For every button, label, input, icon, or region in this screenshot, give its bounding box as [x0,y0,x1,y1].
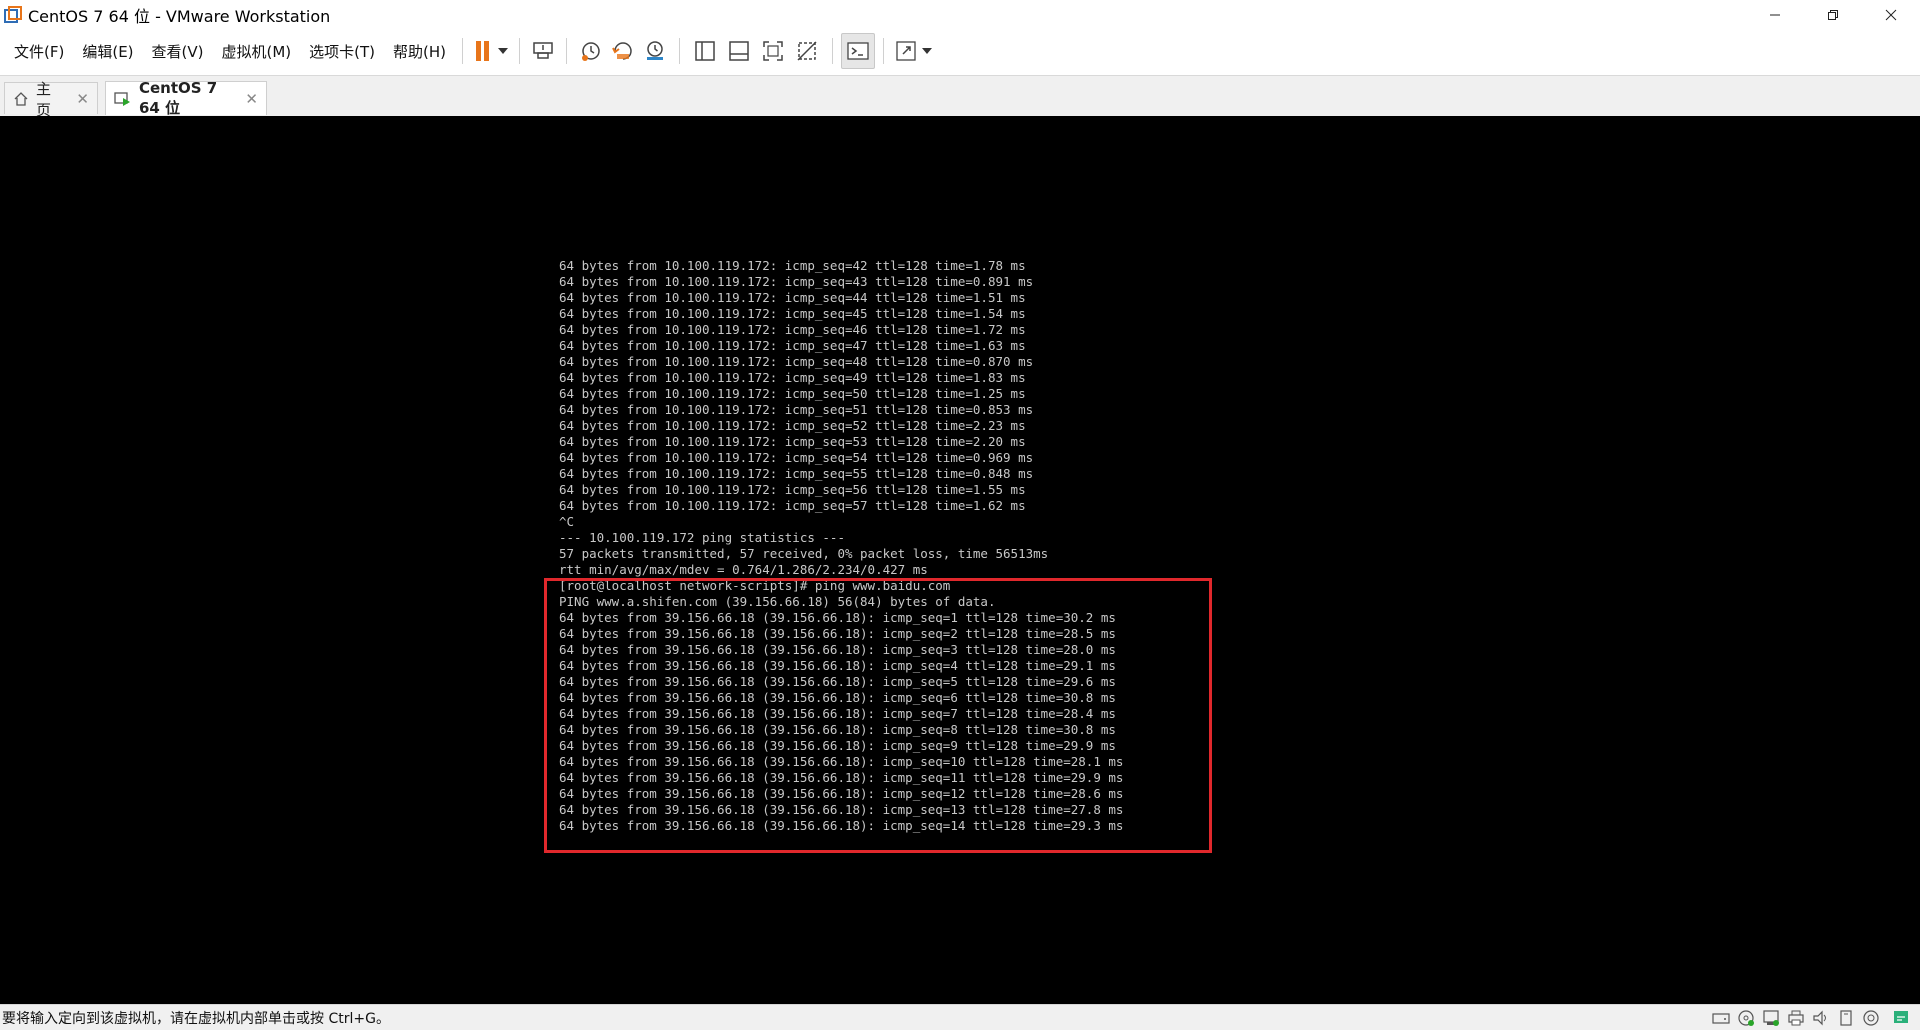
terminal-line: 64 bytes from 10.100.119.172: icmp_seq=4… [559,274,1034,289]
tab-centos-label: CentOS 7 64 位 [139,79,218,117]
vmware-window: CentOS 7 64 位 - VMware Workstation 文件(F)… [0,0,1920,1030]
hard-disk-icon[interactable] [1710,1008,1732,1028]
menu-tabs[interactable]: 选项卡(T) [307,37,377,66]
stretch-icon[interactable] [892,34,920,68]
close-icon[interactable]: ✕ [245,90,258,108]
window-title: CentOS 7 64 位 - VMware Workstation [28,6,331,26]
tab-centos-vm[interactable]: CentOS 7 64 位 ✕ [105,79,267,117]
terminal-line: 64 bytes from 10.100.119.172: icmp_seq=4… [559,370,1026,385]
tab-strip: 主页 ✕ CentOS 7 64 位 ✕ [0,75,1920,119]
vm-console[interactable]: 64 bytes from 10.100.119.172: icmp_seq=4… [0,116,1920,1004]
close-icon[interactable]: ✕ [76,90,89,108]
snapshot-icon[interactable] [575,34,607,68]
console-view-icon[interactable] [841,33,876,69]
terminal-line: rtt min/avg/max/mdev = 0.764/1.286/2.234… [559,562,928,577]
minimize-icon[interactable] [1746,0,1804,29]
terminal-line: 64 bytes from 10.100.119.172: icmp_seq=4… [559,306,1026,321]
send-ctrl-alt-del-icon[interactable] [528,34,558,68]
dropdown-icon[interactable] [495,34,511,68]
menu-vm[interactable]: 虚拟机(M) [220,37,294,66]
network-adapter-icon[interactable] [1760,1008,1782,1028]
terminal-line: 64 bytes from 10.100.119.172: icmp_seq=4… [559,322,1026,337]
terminal-line: --- 10.100.119.172 ping statistics --- [559,530,845,545]
title-bar: CentOS 7 64 位 - VMware Workstation [0,0,1920,29]
toolbar-separator [519,38,521,64]
toolbar-separator [883,38,885,64]
menu-help[interactable]: 帮助(H) [391,37,448,66]
toolbar-separator [566,38,568,64]
terminal-line: 64 bytes from 10.100.119.172: icmp_seq=5… [559,466,1034,481]
pause-icon[interactable] [471,34,495,68]
message-icon[interactable] [1890,1008,1912,1028]
display-icon[interactable] [1860,1008,1882,1028]
toolbar-separator [462,38,464,64]
cd-dvd-icon[interactable] [1735,1008,1757,1028]
menu-edit[interactable]: 编辑(E) [80,37,135,66]
terminal-line: 64 bytes from 10.100.119.172: icmp_seq=4… [559,338,1026,353]
terminal-line: 64 bytes from 10.100.119.172: icmp_seq=4… [559,290,1026,305]
status-message: 要将输入定向到该虚拟机，请在虚拟机内部单击或按 Ctrl+G。 [2,1011,390,1027]
sound-card-icon[interactable] [1810,1008,1832,1028]
revert-snapshot-icon[interactable] [607,34,639,68]
terminal-line: 64 bytes from 10.100.119.172: icmp_seq=4… [559,258,1026,273]
terminal-line: 57 packets transmitted, 57 received, 0% … [559,546,1049,561]
terminal-line: 64 bytes from 10.100.119.172: icmp_seq=4… [559,354,1034,369]
terminal-line: 64 bytes from 10.100.119.172: icmp_seq=5… [559,450,1034,465]
highlight-box [544,578,1212,853]
fullscreen-icon[interactable] [756,34,790,68]
vm-running-icon [114,91,132,107]
terminal-line: ^C [559,514,575,529]
tab-home[interactable]: 主页 ✕ [4,80,98,119]
snapshot-manager-icon[interactable] [639,34,671,68]
terminal-line: 64 bytes from 10.100.119.172: icmp_seq=5… [559,386,1026,401]
menu-file[interactable]: 文件(F) [12,37,66,66]
tab-home-label: 主页 [36,79,52,119]
menu-toolbar: 文件(F) 编辑(E) 查看(V) 虚拟机(M) 选项卡(T) 帮助(H) [0,31,1920,71]
toolbar-separator [679,38,681,64]
terminal-line: 64 bytes from 10.100.119.172: icmp_seq=5… [559,434,1026,449]
usb-icon[interactable] [1835,1008,1857,1028]
terminal-line: 64 bytes from 10.100.119.172: icmp_seq=5… [559,498,1026,513]
restore-icon[interactable] [1804,0,1862,29]
terminal-line: 64 bytes from 10.100.119.172: icmp_seq=5… [559,418,1026,433]
dropdown-icon[interactable] [920,34,934,68]
status-bar: 要将输入定向到该虚拟机，请在虚拟机内部单击或按 Ctrl+G。 [0,1004,1920,1030]
menu-view[interactable]: 查看(V) [150,37,206,66]
toolbar-separator [832,38,834,64]
printer-icon[interactable] [1785,1008,1807,1028]
library-view-icon[interactable] [688,34,722,68]
terminal-line: 64 bytes from 10.100.119.172: icmp_seq=5… [559,482,1026,497]
close-icon[interactable] [1862,0,1920,29]
vmware-logo-icon [4,5,22,24]
home-icon [13,91,29,107]
terminal-line: 64 bytes from 10.100.119.172: icmp_seq=5… [559,402,1034,417]
thumbnail-bar-icon[interactable] [722,34,756,68]
unity-icon[interactable] [790,34,824,68]
